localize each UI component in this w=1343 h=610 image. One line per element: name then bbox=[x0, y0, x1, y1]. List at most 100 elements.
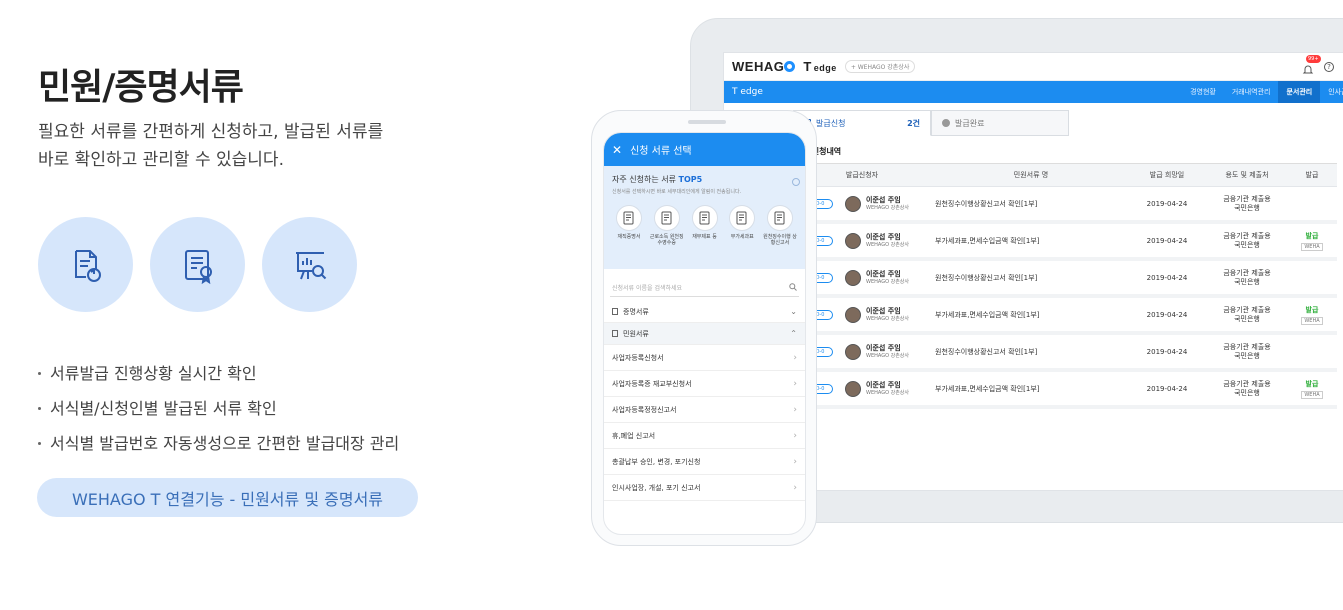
bullet-item: 서식별 발급번호 자동생성으로 간편한 발급대장 관리 bbox=[38, 426, 399, 461]
top5-doc-label: 재무제표 등 bbox=[692, 234, 717, 240]
document-icon bbox=[612, 308, 618, 315]
app-nav-title: T edge bbox=[732, 87, 763, 97]
chevron-right-icon: › bbox=[793, 352, 797, 363]
table-row[interactable]: D-0 이준섭 주임 WEHAGO 강촌상사 원천징수이행상황신고서 확인[1부… bbox=[797, 335, 1337, 372]
wehago-logo[interactable]: WEHAG Tedge bbox=[732, 59, 837, 74]
top5-doc[interactable]: 부가세과표 bbox=[725, 205, 759, 246]
nav-item-management-status[interactable]: 경영현황 bbox=[1182, 81, 1224, 103]
table-row[interactable]: D-0 이준섭 주임 WEHAGO 강촌상사 부가세과표,면세수입금액 확인[1… bbox=[797, 224, 1337, 261]
intro-title: 민원/증명서류 bbox=[38, 67, 244, 108]
presentation-search-icon bbox=[262, 217, 357, 312]
avatar bbox=[845, 232, 861, 249]
app-topbar: WEHAG Tedge + WEHAGO 강촌상사 99+ ? bbox=[724, 53, 1343, 81]
attachment-chip[interactable]: WEHA bbox=[1301, 316, 1323, 325]
doc-search-input[interactable]: 신청서류 이름을 검색하세요 bbox=[610, 279, 799, 297]
list-item[interactable]: 총괄납부 승인, 변경, 포기신청 › bbox=[604, 449, 805, 475]
purpose: 금융기관 제출용 국민은행 bbox=[1223, 231, 1271, 249]
tab-issue-done[interactable]: 발급완료 bbox=[931, 110, 1069, 136]
applicant-name: 이준섭 주임 bbox=[866, 269, 901, 278]
avatar bbox=[845, 380, 861, 397]
top5-doc-label: 부가세과표 bbox=[730, 234, 754, 240]
top5-doc[interactable]: 근로소득 원천징수영수증 bbox=[650, 205, 684, 246]
phone-speaker bbox=[688, 120, 726, 124]
applicant-company: WEHAGO 강촌상사 bbox=[866, 315, 909, 322]
help-icon[interactable]: ? bbox=[1324, 61, 1334, 72]
issue-status: 발급 WEHA bbox=[1287, 231, 1337, 251]
list-item[interactable]: 인시사업장, 개설, 포기 신고서 › bbox=[604, 475, 805, 501]
applicant-name: 이준섭 주임 bbox=[866, 232, 901, 241]
purpose: 금융기관 제출용 국민은행 bbox=[1223, 268, 1271, 286]
phone-header: ✕ 신청 서류 선택 bbox=[604, 133, 805, 166]
document-name: 부가세과표,면세수입금액 확인[1부] bbox=[935, 384, 1040, 393]
top5-subtitle: 신청서를 선택하시면 바로 세무대리인에게 알림이 전송됩니다. bbox=[612, 189, 742, 195]
issue-table: 발급신청자 민원서류 명 발급 희망일 용도 및 제출처 발급 D-0 이준섭 … bbox=[797, 163, 1337, 409]
status-label: 발급 bbox=[1305, 379, 1319, 388]
top5-doc-label: 원천징수이행 상황신고서 bbox=[763, 234, 797, 246]
top5-doc[interactable]: 재직증명서 bbox=[612, 205, 646, 246]
list-item-label: 총괄납부 승인, 변경, 포기신청 bbox=[612, 457, 701, 466]
applicant-name: 이준섭 주임 bbox=[866, 380, 901, 389]
intro-desc-line-2: 바로 확인하고 관리할 수 있습니다. bbox=[38, 150, 284, 170]
close-icon[interactable]: ✕ bbox=[612, 143, 622, 157]
applicant-company: WEHAGO 강촌상사 bbox=[866, 241, 909, 248]
applicant-company: WEHAGO 강촌상사 bbox=[866, 352, 909, 359]
notification-bell-icon[interactable]: 99+ bbox=[1302, 54, 1321, 73]
issue-status: 발급 WEHA bbox=[1287, 379, 1337, 399]
applicant-name: 이준섭 주임 bbox=[866, 195, 901, 204]
purpose: 금융기관 제출용 국민은행 bbox=[1223, 342, 1271, 360]
applicant-company: WEHAGO 강촌상사 bbox=[866, 278, 909, 285]
document-name: 원천징수이행상황신고서 확인[1부] bbox=[935, 273, 1038, 282]
avatar bbox=[845, 195, 861, 212]
purpose: 금융기관 제출용 국민은행 bbox=[1223, 379, 1271, 397]
list-item[interactable]: 사업자등록신청서 › bbox=[604, 345, 805, 371]
table-row[interactable]: D-0 이준섭 주임 WEHAGO 강촌상사 원천징수이행상황신고서 확인[1부… bbox=[797, 187, 1337, 224]
desired-date: 2019-04-24 bbox=[1146, 310, 1188, 319]
nav-item-payroll[interactable]: 인사급여 bbox=[1320, 81, 1343, 103]
feature-bullets: 서류발급 진행상황 실시간 확인 서식별/신청인별 발급된 서류 확인 서식별 … bbox=[38, 356, 399, 461]
nav-item-transactions[interactable]: 거래내역관리 bbox=[1224, 81, 1279, 103]
toggle-icon[interactable] bbox=[792, 178, 800, 186]
applicant-company: WEHAGO 강촌상사 bbox=[866, 204, 909, 211]
issue-status: 발급 WEHA bbox=[1287, 305, 1337, 325]
list-item-label: 휴,폐업 신고서 bbox=[612, 431, 656, 440]
phone-header-title: 신청 서류 선택 bbox=[630, 146, 692, 157]
feature-icons bbox=[38, 217, 357, 312]
app-nav: T edge 경영현황 거래내역관리 문서관리 인사급여 bbox=[724, 81, 1343, 103]
top5-doc[interactable]: 재무제표 등 bbox=[688, 205, 722, 246]
status-label: 발급 bbox=[1305, 305, 1319, 314]
company-chip[interactable]: + WEHAGO 강촌상사 bbox=[844, 60, 916, 73]
search-icon[interactable] bbox=[789, 282, 797, 293]
desired-date: 2019-04-24 bbox=[1146, 199, 1188, 208]
top5-doc-label: 근로소득 원천징수영수증 bbox=[649, 234, 684, 246]
document-icon bbox=[616, 205, 642, 231]
document-stamp-icon bbox=[767, 205, 793, 231]
chevron-right-icon: › bbox=[793, 430, 797, 441]
attachment-chip[interactable]: WEHA bbox=[1301, 390, 1323, 399]
table-row[interactable]: D-0 이준섭 주임 WEHAGO 강촌상사 원천징수이행상황신고서 확인[1부… bbox=[797, 261, 1337, 298]
certificate-icon bbox=[150, 217, 245, 312]
list-item[interactable]: 사업자등록정정신고서 › bbox=[604, 397, 805, 423]
accordion-certificates[interactable]: 증명서류 ⌄ bbox=[604, 301, 805, 323]
avatar bbox=[845, 343, 861, 360]
accordion-civil-docs[interactable]: 민원서류 ⌃ bbox=[604, 323, 805, 345]
table-row[interactable]: D-0 이준섭 주임 WEHAGO 강촌상사 부가세과표,면세수입금액 확인[1… bbox=[797, 372, 1337, 409]
nav-item-documents[interactable]: 문서관리 bbox=[1278, 81, 1321, 103]
list-item-label: 사업자등록신청서 bbox=[612, 353, 664, 362]
bullet-item: 서식별/신청인별 발급된 서류 확인 bbox=[38, 391, 399, 426]
document-refresh-icon bbox=[38, 217, 133, 312]
table-row[interactable]: D-0 이준섭 주임 WEHAGO 강촌상사 부가세과표,면세수입금액 확인[1… bbox=[797, 298, 1337, 335]
list-item[interactable]: 사업자등록증 재교부신청서 › bbox=[604, 371, 805, 397]
top5-doc-label: 재직증명서 bbox=[617, 234, 641, 240]
applicant-name: 이준섭 주임 bbox=[866, 306, 901, 315]
attachment-chip[interactable]: WEHA bbox=[1301, 242, 1323, 251]
applicant-company: WEHAGO 강촌상사 bbox=[866, 389, 909, 396]
desired-date: 2019-04-24 bbox=[1146, 384, 1188, 393]
document-icon bbox=[691, 205, 718, 231]
document-name: 부가세과표,면세수입금액 확인[1부] bbox=[935, 310, 1040, 319]
top5-doc[interactable]: 원천징수이행 상황신고서 bbox=[763, 205, 797, 246]
notification-badge: 99+ bbox=[1306, 54, 1321, 63]
document-stamp-icon bbox=[729, 205, 756, 231]
applicant-name: 이준섭 주임 bbox=[866, 343, 901, 352]
document-stamp-icon bbox=[653, 205, 680, 231]
list-item[interactable]: 휴,폐업 신고서 › bbox=[604, 423, 805, 449]
